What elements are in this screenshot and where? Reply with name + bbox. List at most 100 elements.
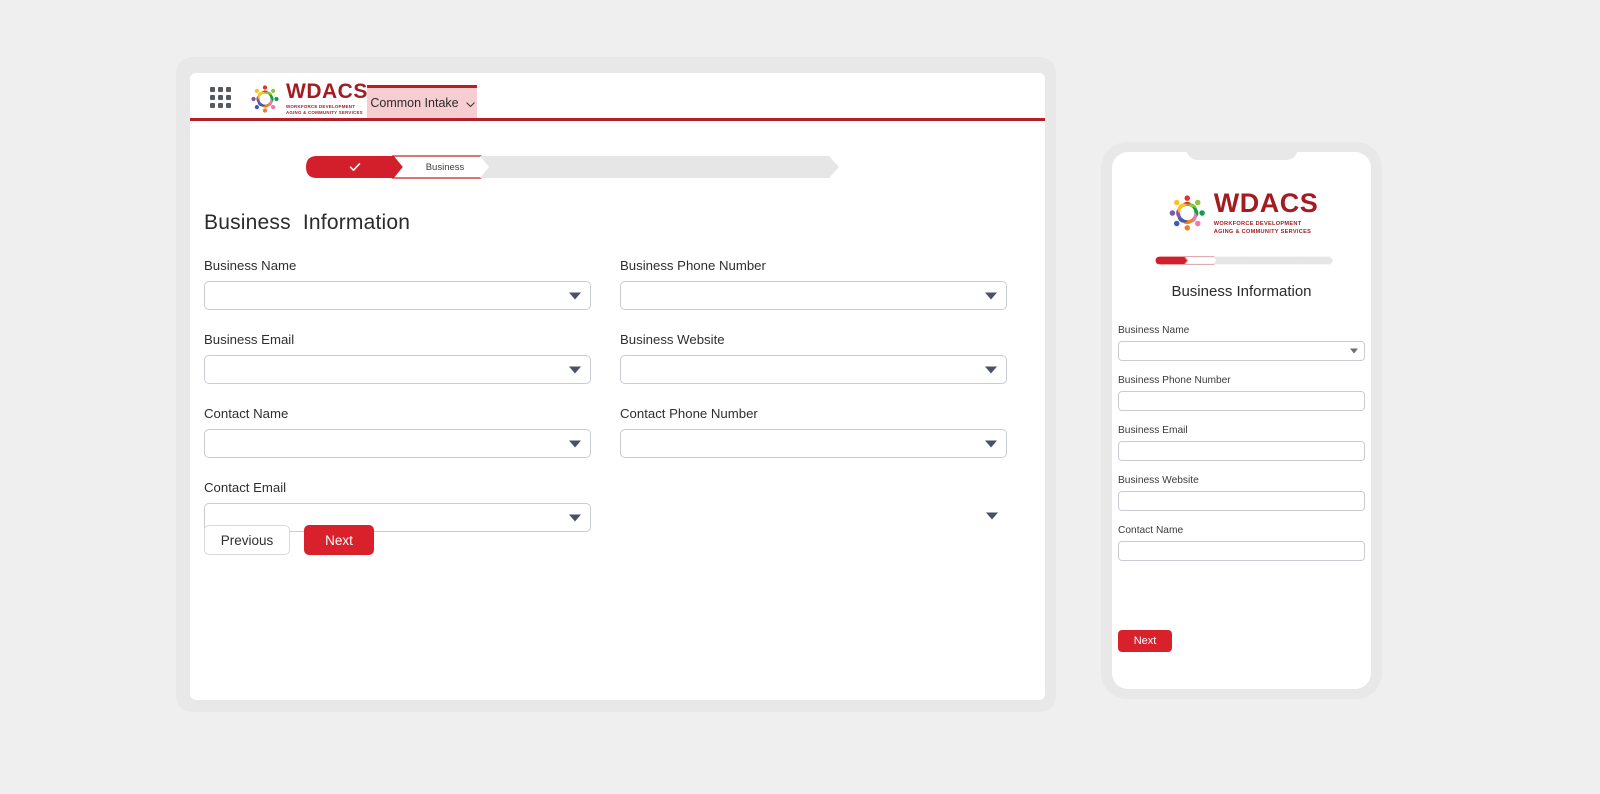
dropdown-caret-icon[interactable] bbox=[985, 440, 997, 447]
dropdown-caret-icon[interactable] bbox=[569, 514, 581, 521]
mobile-input-wrapper-business-phone-number[interactable] bbox=[1118, 391, 1365, 412]
wdacs-figures-ring-icon bbox=[1165, 191, 1209, 235]
orphan-dropdown-caret-field bbox=[620, 480, 1007, 532]
column-gap bbox=[591, 406, 620, 458]
previous-button[interactable]: Previous bbox=[204, 525, 290, 555]
chevron-down-icon bbox=[465, 97, 475, 107]
mobile-field-label-business-email: Business Email bbox=[1118, 425, 1188, 436]
brand-tagline-line-2: AGING & COMMUNITY SERVICES bbox=[1213, 229, 1312, 236]
input-wrapper-business-website[interactable] bbox=[620, 355, 1007, 384]
mobile-input-business-name[interactable] bbox=[1119, 343, 1364, 362]
mobile-input-wrapper-contact-name[interactable] bbox=[1118, 541, 1365, 562]
input-wrapper-contact-phone-number[interactable] bbox=[620, 429, 1007, 458]
wdacs-wordmark: WDACS WORKFORCE DEVELOPMENT AGING & COMM… bbox=[286, 81, 368, 117]
field-label-business-name: Business Name bbox=[204, 258, 297, 273]
mobile-page-title: Business Information bbox=[1171, 283, 1312, 300]
field-business-website: Business Website bbox=[620, 332, 1007, 384]
business-information-form: Business Name Business Phone Number Busine… bbox=[204, 258, 1024, 532]
mobile-wdacs-wordmark: WDACS WORKFORCE DEVELOPMENT AGING & COMM… bbox=[1214, 190, 1319, 236]
mobile-field-contact-name: Contact Name bbox=[1118, 525, 1365, 562]
dropdown-caret-icon[interactable] bbox=[985, 366, 997, 373]
field-label-business-website: Business Website bbox=[620, 332, 725, 347]
input-contact-phone-number[interactable] bbox=[621, 430, 1006, 457]
input-wrapper-business-email[interactable] bbox=[204, 355, 591, 384]
mobile-stepper-step-shape bbox=[1300, 256, 1333, 265]
stepper-step-4[interactable] bbox=[566, 155, 666, 179]
mobile-input-wrapper-business-name[interactable] bbox=[1118, 341, 1365, 362]
app-grid-icon[interactable] bbox=[208, 85, 232, 109]
orphan-caret-wrapper bbox=[620, 501, 1007, 530]
mobile-field-label-business-phone-number: Business Phone Number bbox=[1118, 375, 1231, 386]
screenshot-stage: WDACS WORKFORCE DEVELOPMENT AGING & COMM… bbox=[0, 0, 1600, 794]
tab-label: Common Intake bbox=[370, 96, 459, 110]
brand-tagline-line-1: WORKFORCE DEVELOPMENT bbox=[286, 104, 356, 109]
field-business-phone-number: Business Phone Number bbox=[620, 258, 1007, 310]
column-gap bbox=[591, 480, 620, 532]
field-label-business-phone-number: Business Phone Number bbox=[620, 258, 766, 273]
input-wrapper-business-phone-number[interactable] bbox=[620, 281, 1007, 310]
mobile-input-contact-name[interactable] bbox=[1119, 543, 1364, 562]
brand-tagline-line-1: WORKFORCE DEVELOPMENT bbox=[1213, 221, 1302, 227]
stepper-step-shape bbox=[741, 156, 839, 178]
mobile-input-business-email[interactable] bbox=[1119, 443, 1364, 462]
mobile-business-information-form: Business Name Business Phone Number Busine… bbox=[1118, 325, 1365, 575]
dropdown-caret-icon[interactable] bbox=[985, 292, 997, 299]
mobile-field-business-phone-number: Business Phone Number bbox=[1118, 375, 1365, 412]
dropdown-caret-icon[interactable] bbox=[569, 440, 581, 447]
field-label-contact-email: Contact Email bbox=[204, 480, 287, 495]
field-label-business-email: Business Email bbox=[204, 332, 295, 347]
stepper-step-shape bbox=[567, 156, 665, 178]
dropdown-caret-icon[interactable] bbox=[986, 512, 998, 519]
input-contact-name[interactable] bbox=[205, 430, 590, 457]
dropdown-caret-icon[interactable] bbox=[1350, 348, 1358, 354]
mobile-app-screen: WDACS WORKFORCE DEVELOPMENT AGING & COMM… bbox=[1112, 152, 1371, 689]
column-gap bbox=[591, 332, 620, 384]
mobile-input-business-phone-number[interactable] bbox=[1119, 393, 1364, 412]
wdacs-figures-ring-icon bbox=[248, 82, 282, 116]
mobile-field-business-email: Business Email bbox=[1118, 425, 1365, 462]
stepper-step-3[interactable] bbox=[479, 155, 579, 179]
brand-tagline: WORKFORCE DEVELOPMENT AGING & COMMUNITY … bbox=[1214, 220, 1319, 236]
dropdown-caret-icon[interactable] bbox=[569, 366, 581, 373]
input-business-name[interactable] bbox=[205, 282, 590, 309]
mobile-field-business-name: Business Name bbox=[1118, 325, 1365, 362]
input-business-phone-number[interactable] bbox=[621, 282, 1006, 309]
input-business-website[interactable] bbox=[621, 356, 1006, 383]
input-business-email[interactable] bbox=[205, 356, 590, 383]
stepper-step-2[interactable]: Business bbox=[392, 155, 492, 179]
mobile-field-label-business-website: Business Website bbox=[1118, 475, 1199, 486]
input-wrapper-contact-name[interactable] bbox=[204, 429, 591, 458]
mobile-wdacs-logo: WDACS WORKFORCE DEVELOPMENT AGING & COMM… bbox=[1165, 190, 1319, 236]
column-gap bbox=[591, 258, 620, 310]
app-topbar: WDACS WORKFORCE DEVELOPMENT AGING & COMM… bbox=[190, 73, 1045, 121]
page-title: Business Information bbox=[204, 211, 411, 234]
dropdown-caret-icon[interactable] bbox=[569, 292, 581, 299]
field-business-email: Business Email bbox=[204, 332, 591, 384]
mobile-stepper-step-6[interactable] bbox=[1300, 256, 1334, 265]
desktop-app-window: WDACS WORKFORCE DEVELOPMENT AGING & COMM… bbox=[190, 73, 1045, 700]
check-icon bbox=[349, 163, 361, 171]
stepper-step-5[interactable] bbox=[653, 155, 753, 179]
brand-tagline: WORKFORCE DEVELOPMENT AGING & COMMUNITY … bbox=[286, 104, 368, 117]
mobile-input-wrapper-business-website[interactable] bbox=[1118, 491, 1365, 512]
form-actions: Previous Next bbox=[204, 525, 374, 555]
mobile-next-button[interactable]: Next bbox=[1118, 630, 1172, 652]
stepper-step-shape bbox=[654, 156, 752, 178]
mobile-field-label-business-name: Business Name bbox=[1118, 325, 1190, 336]
stepper-step-6[interactable] bbox=[740, 155, 840, 179]
stepper-step-label: Business bbox=[425, 161, 465, 173]
mobile-input-business-website[interactable] bbox=[1119, 493, 1364, 512]
stepper-step-1[interactable] bbox=[305, 155, 405, 179]
field-contact-phone-number: Contact Phone Number bbox=[620, 406, 1007, 458]
input-wrapper-business-name[interactable] bbox=[204, 281, 591, 310]
tab-common-intake[interactable]: Common Intake bbox=[367, 85, 477, 118]
field-label-contact-name: Contact Name bbox=[204, 406, 289, 421]
brand-name: WDACS bbox=[286, 80, 368, 103]
next-button[interactable]: Next bbox=[304, 525, 374, 555]
mobile-field-business-website: Business Website bbox=[1118, 475, 1365, 512]
wdacs-logo: WDACS WORKFORCE DEVELOPMENT AGING & COMM… bbox=[248, 81, 368, 117]
brand-tagline-line-2: AGING & COMMUNITY SERVICES bbox=[286, 110, 363, 116]
field-contact-name: Contact Name bbox=[204, 406, 591, 458]
mobile-input-wrapper-business-email[interactable] bbox=[1118, 441, 1365, 462]
mobile-field-label-contact-name: Contact Name bbox=[1118, 525, 1184, 536]
